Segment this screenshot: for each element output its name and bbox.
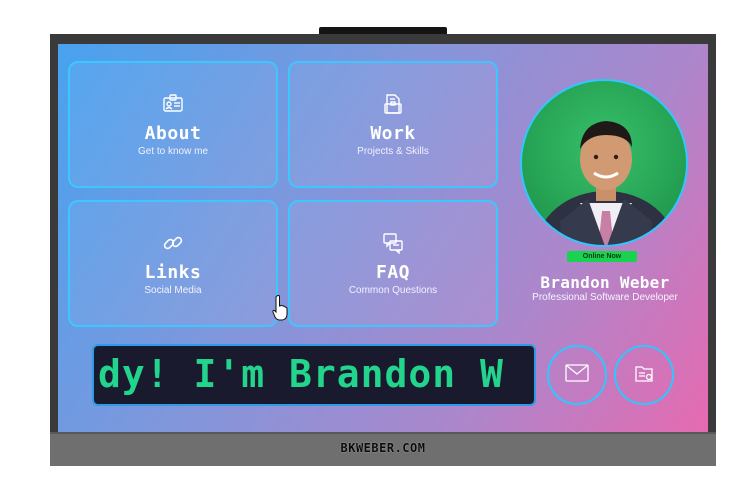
briefcase-icon xyxy=(290,93,496,117)
chain-link-icon xyxy=(70,232,276,256)
about-subtitle: Get to know me xyxy=(137,146,209,157)
profile-avatar xyxy=(520,79,688,247)
site-brand: BKWEBER.COM xyxy=(340,441,426,455)
resume-button[interactable] xyxy=(614,345,674,405)
profile-name: Brandon Weber xyxy=(540,273,670,292)
marquee-text: dy! I'm Brandon W xyxy=(98,352,504,396)
envelope-icon xyxy=(565,364,589,386)
id-card-icon xyxy=(70,93,276,117)
links-tile[interactable]: Links Social Media xyxy=(68,200,278,327)
hand-cursor-icon xyxy=(272,295,288,325)
document-folder-icon xyxy=(633,362,655,388)
email-button[interactable] xyxy=(547,345,607,405)
profile-role: Professional Software Developer xyxy=(532,292,678,303)
intro-marquee: dy! I'm Brandon W xyxy=(92,344,536,406)
chat-bubbles-icon xyxy=(290,232,496,256)
faq-subtitle: Common Questions xyxy=(348,285,438,296)
links-title: Links xyxy=(144,262,202,283)
about-title: About xyxy=(144,123,202,144)
faq-tile[interactable]: FAQ Common Questions xyxy=(288,200,498,327)
work-title: Work xyxy=(370,123,416,144)
work-subtitle: Projects & Skills xyxy=(357,146,429,157)
faq-title: FAQ xyxy=(375,262,410,283)
monitor-chin: BKWEBER.COM xyxy=(50,432,716,466)
about-tile[interactable]: About Get to know me xyxy=(68,61,278,188)
status-badge: Online Now xyxy=(567,251,637,262)
links-subtitle: Social Media xyxy=(144,285,202,296)
work-tile[interactable]: Work Projects & Skills xyxy=(288,61,498,188)
monitor-screen: About Get to know me Work Projects & Ski… xyxy=(58,44,708,432)
